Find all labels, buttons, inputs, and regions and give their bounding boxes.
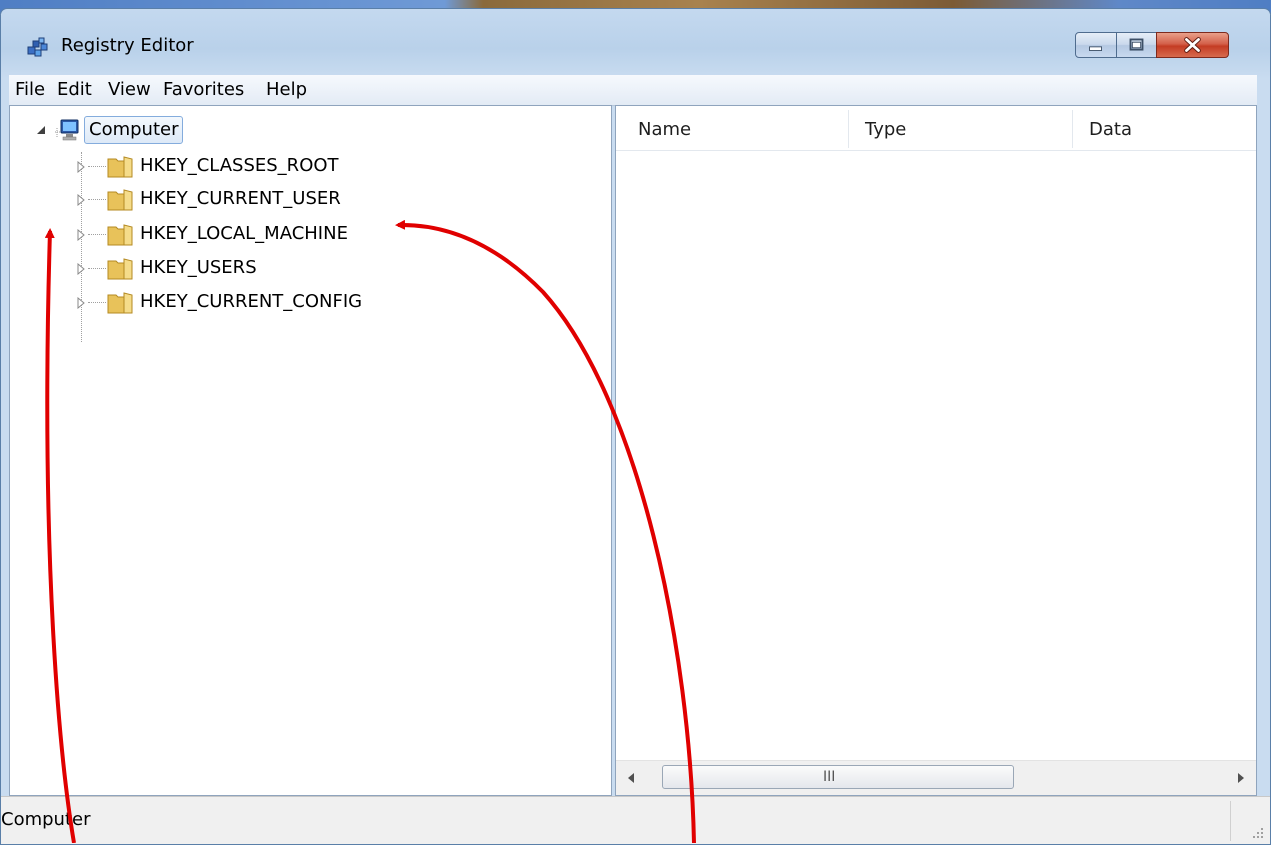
resize-grip-icon[interactable] — [1250, 825, 1264, 839]
menu-favorites[interactable]: Favorites — [163, 79, 244, 100]
tree-label-hive: HKEY_USERS — [140, 257, 257, 278]
minimize-icon — [1089, 46, 1102, 51]
scroll-grip: III — [823, 769, 836, 785]
tree-label-hive: HKEY_CURRENT_CONFIG — [140, 291, 363, 312]
menu-file[interactable]: File — [15, 79, 45, 100]
folder-icon — [107, 292, 133, 314]
menu-view[interactable]: View — [108, 79, 151, 100]
close-icon — [1184, 37, 1201, 53]
registry-editor-icon — [27, 37, 48, 57]
registry-editor-window: Registry Editor File Edit View Favorites… — [0, 8, 1271, 845]
tree-item-hive[interactable]: HKEY_USERS — [74, 254, 594, 284]
folder-icon — [107, 156, 133, 178]
column-header-name[interactable]: Name — [638, 119, 691, 140]
folder-icon — [107, 224, 133, 246]
tree-label-hive: HKEY_CLASSES_ROOT — [140, 155, 339, 176]
menu-help[interactable]: Help — [266, 79, 307, 100]
column-divider[interactable] — [1072, 110, 1073, 148]
column-header-type[interactable]: Type — [865, 119, 906, 140]
status-path: Computer — [1, 809, 91, 830]
folder-icon — [107, 258, 133, 280]
expand-triangle-icon[interactable] — [76, 297, 86, 309]
column-divider[interactable] — [848, 110, 849, 148]
tree-guide-line — [88, 234, 106, 236]
menu-edit[interactable]: Edit — [57, 79, 92, 100]
scroll-right-arrow-icon[interactable] — [1232, 770, 1248, 786]
scroll-left-arrow-icon[interactable] — [624, 770, 640, 786]
tree-label-hive: HKEY_LOCAL_MACHINE — [140, 223, 348, 244]
expand-triangle-icon[interactable] — [76, 161, 86, 173]
status-divider — [1230, 801, 1231, 841]
menu-bar: File Edit View Favorites Help — [9, 75, 1257, 106]
tree-label-hive: HKEY_CURRENT_USER — [140, 188, 341, 209]
maximize-button[interactable] — [1116, 32, 1157, 58]
tree-guide-line — [88, 268, 106, 270]
expand-triangle-icon[interactable] — [76, 194, 86, 206]
values-list-pane[interactable]: Name Type Data III — [615, 105, 1257, 796]
tree-guide-line — [88, 166, 106, 168]
status-bar: Computer — [1, 796, 1270, 844]
tree-item-computer[interactable]: Computer — [34, 116, 234, 144]
close-button[interactable] — [1156, 32, 1229, 58]
computer-icon — [55, 119, 79, 141]
tree-item-hive[interactable]: HKEY_LOCAL_MACHINE — [74, 220, 594, 250]
title-bar[interactable]: Registry Editor — [1, 9, 1270, 73]
tree-guide-line — [88, 199, 106, 201]
horizontal-scrollbar[interactable]: III — [616, 760, 1256, 795]
tree-item-hive[interactable]: HKEY_CLASSES_ROOT — [74, 152, 594, 182]
tree-guide-line — [88, 302, 106, 304]
column-header-data[interactable]: Data — [1089, 119, 1132, 140]
maximize-icon — [1129, 38, 1144, 51]
expand-triangle-icon[interactable] — [76, 263, 86, 275]
tree-label-computer[interactable]: Computer — [84, 116, 184, 144]
tree-item-hive[interactable]: HKEY_CURRENT_CONFIG — [74, 288, 594, 318]
minimize-button[interactable] — [1075, 32, 1117, 58]
tree-item-hive[interactable]: HKEY_CURRENT_USER — [74, 185, 594, 215]
scroll-thumb[interactable]: III — [662, 765, 1014, 789]
list-header: Name Type Data — [616, 106, 1256, 151]
window-title: Registry Editor — [61, 35, 194, 56]
collapse-triangle-icon[interactable] — [36, 125, 46, 135]
expand-triangle-icon[interactable] — [76, 229, 86, 241]
key-tree-pane[interactable]: Computer HKEY_CLASSES_ROOT HKEY_CURRENT_… — [9, 105, 612, 796]
folder-icon — [107, 189, 133, 211]
